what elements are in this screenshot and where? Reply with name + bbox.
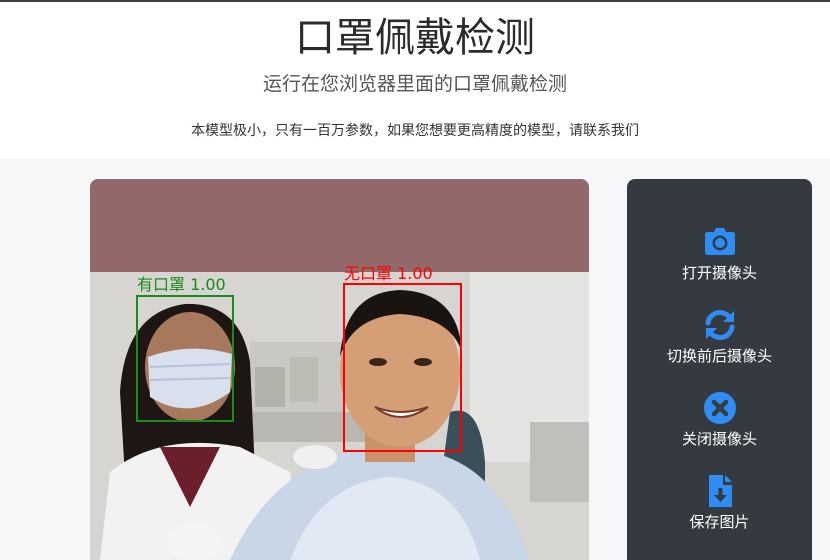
detection-label-mask: 有口罩 1.00 (137, 275, 226, 294)
close-camera-label: 关闭摄像头 (681, 430, 757, 448)
detection-box-mask (136, 295, 234, 422)
page-title: 口罩佩戴检测 (295, 15, 535, 61)
sync-icon (705, 310, 735, 340)
detection-canvas: 有口罩 1.00 无口罩 1.00 (90, 179, 589, 560)
switch-camera-button[interactable]: 切换前后摄像头 (627, 308, 812, 378)
camera-icon (705, 228, 735, 255)
save-image-label: 保存图片 (689, 513, 750, 531)
open-camera-label: 打开摄像头 (681, 264, 757, 282)
close-circle-icon (704, 392, 736, 424)
detection-label-no-mask: 无口罩 1.00 (344, 264, 433, 283)
detection-box-no-mask (343, 283, 462, 452)
model-description: 本模型极小，只有一百万参数，如果您想要更高精度的模型，请联系我们 (191, 123, 639, 139)
control-panel: 打开摄像头 切换前后摄像头 关闭摄像头 保存图片 (627, 179, 812, 560)
switch-camera-label: 切换前后摄像头 (666, 347, 772, 365)
open-camera-button[interactable]: 打开摄像头 (627, 225, 812, 295)
page-subtitle: 运行在您浏览器里面的口罩佩戴检测 (262, 73, 567, 95)
page-header: 口罩佩戴检测 运行在您浏览器里面的口罩佩戴检测 本模型极小，只有一百万参数，如果… (0, 2, 830, 159)
close-camera-button[interactable]: 关闭摄像头 (627, 391, 812, 461)
save-image-button[interactable]: 保存图片 (627, 474, 812, 544)
file-download-icon (709, 475, 732, 507)
